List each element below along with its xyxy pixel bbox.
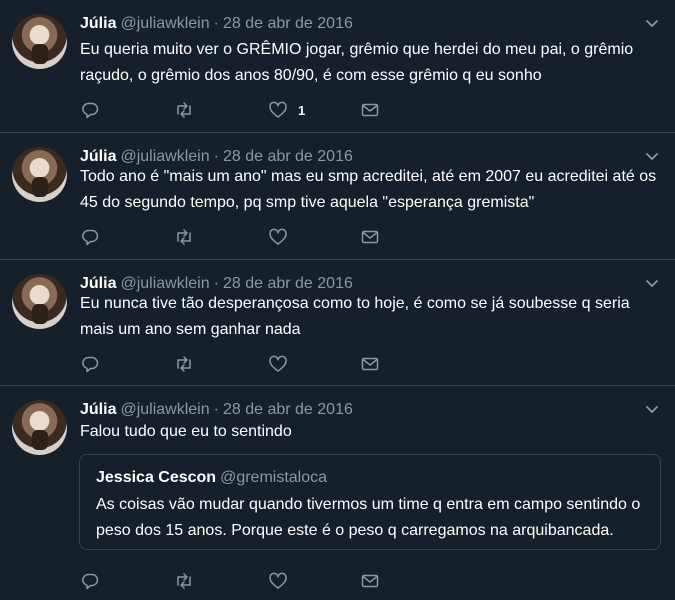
tweet-actions xyxy=(80,353,400,375)
tweet-date[interactable]: 28 de abr de 2016 xyxy=(223,15,353,32)
envelope-icon xyxy=(361,574,379,588)
dm-button[interactable] xyxy=(360,226,380,248)
tweet[interactable]: Júlia @juliawklein · 28 de abr de 2016 Eu q… xyxy=(0,0,675,133)
tweet-date[interactable]: 28 de abr de 2016 xyxy=(223,275,353,292)
reply-button[interactable] xyxy=(80,99,100,121)
retweet-icon xyxy=(177,229,191,245)
like-count: 1 xyxy=(298,102,306,118)
author-handle[interactable]: @juliawklein xyxy=(120,275,209,292)
author-name[interactable]: Júlia xyxy=(80,401,116,418)
tweet-header: Júlia @juliawklein · 28 de abr de 2016 xyxy=(80,13,353,35)
separator-dot: · xyxy=(213,275,219,292)
author-handle[interactable]: @juliawklein xyxy=(120,148,209,165)
reply-icon xyxy=(82,356,99,373)
author-name[interactable]: Júlia xyxy=(80,148,116,165)
quoted-tweet[interactable]: Jessica Cescon @gremistaloca As coisas vã… xyxy=(79,454,661,550)
heart-icon xyxy=(269,572,287,589)
reply-button[interactable] xyxy=(80,353,100,375)
tweet-header: Júlia @juliawklein · 28 de abr de 2016 xyxy=(80,399,353,421)
separator-dot: · xyxy=(213,15,219,32)
tweet-date[interactable]: 28 de abr de 2016 xyxy=(223,148,353,165)
author-handle[interactable]: @juliawklein xyxy=(120,15,209,32)
avatar[interactable] xyxy=(12,14,67,69)
reply-button[interactable] xyxy=(80,226,100,248)
dm-button[interactable] xyxy=(360,570,380,592)
avatar[interactable] xyxy=(12,274,67,329)
envelope-icon xyxy=(361,230,379,244)
envelope-icon xyxy=(361,357,379,371)
heart-icon xyxy=(269,101,287,118)
quoted-tweet-header: Jessica Cescon @gremistaloca xyxy=(96,467,327,489)
tweet-text: Falou tudo que eu to sentindo xyxy=(80,423,292,440)
avatar[interactable] xyxy=(12,400,67,455)
retweet-icon xyxy=(177,102,191,118)
avatar[interactable] xyxy=(12,147,67,202)
dm-button[interactable] xyxy=(360,353,380,375)
chevron-down-icon[interactable] xyxy=(645,16,659,30)
heart-icon xyxy=(269,355,287,372)
reply-button[interactable] xyxy=(80,570,100,592)
quoted-author-handle[interactable]: @gremistaloca xyxy=(220,469,327,486)
heart-icon xyxy=(269,228,287,245)
author-name[interactable]: Júlia xyxy=(80,275,116,292)
envelope-icon xyxy=(361,103,379,117)
quoted-author-name[interactable]: Jessica Cescon xyxy=(96,469,216,486)
tweet-actions xyxy=(80,570,400,592)
tweet-text: Eu queria muito ver o GRÊMIO jogar, grêm… xyxy=(80,41,634,84)
quoted-tweet-text: As coisas vão mudar quando tivermos um t… xyxy=(96,496,641,539)
chevron-down-icon[interactable] xyxy=(645,276,659,290)
tweet-date[interactable]: 28 de abr de 2016 xyxy=(223,401,353,418)
retweet-icon xyxy=(177,356,191,372)
tweet[interactable]: Júlia @juliawklein · 28 de abr de 2016 Falo… xyxy=(0,386,675,600)
like-button[interactable] xyxy=(268,353,288,375)
tweet-actions xyxy=(80,226,400,248)
retweet-button[interactable] xyxy=(174,226,194,248)
chevron-down-icon[interactable] xyxy=(645,149,659,163)
tweet-actions: 1 xyxy=(80,99,400,121)
tweet[interactable]: Júlia @juliawklein · 28 de abr de 2016 Eu n… xyxy=(0,260,675,386)
retweet-button[interactable] xyxy=(174,570,194,592)
reply-icon xyxy=(82,102,99,119)
reply-icon xyxy=(82,229,99,246)
retweet-button[interactable] xyxy=(174,99,194,121)
like-button[interactable]: 1 xyxy=(268,99,305,121)
retweet-button[interactable] xyxy=(174,353,194,375)
chevron-down-icon[interactable] xyxy=(645,402,659,416)
tweet-text: Todo ano é "mais um ano" mas eu smp acre… xyxy=(80,168,657,211)
tweet-text: Eu nunca tive tão desperançosa como to h… xyxy=(80,295,630,338)
tweet[interactable]: Júlia @juliawklein · 28 de abr de 2016 Todo… xyxy=(0,133,675,260)
author-handle[interactable]: @juliawklein xyxy=(120,401,209,418)
like-button[interactable] xyxy=(268,570,288,592)
retweet-icon xyxy=(177,573,191,589)
separator-dot: · xyxy=(213,148,219,165)
timeline: Júlia @juliawklein · 28 de abr de 2016 Eu q… xyxy=(0,0,675,600)
author-name[interactable]: Júlia xyxy=(80,15,116,32)
dm-button[interactable] xyxy=(360,99,380,121)
reply-icon xyxy=(82,573,99,590)
separator-dot: · xyxy=(213,401,219,418)
like-button[interactable] xyxy=(268,226,288,248)
